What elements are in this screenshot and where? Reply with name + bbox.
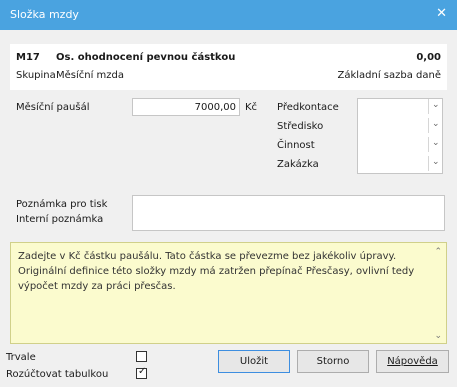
chevron-down-icon: ⌄: [432, 100, 440, 110]
currency-label: Kč: [245, 102, 258, 113]
close-icon[interactable]: ✕: [436, 6, 447, 21]
pre-contact-label: Předkontace: [277, 102, 339, 113]
scroll-down-icon[interactable]: ⌄: [434, 331, 442, 341]
monthly-flat-input[interactable]: 7000,00: [132, 98, 240, 116]
activity-dropdown[interactable]: ⌄: [428, 137, 442, 152]
header-panel: M17 Os. ohodnocení pevnou částkou 0,00 S…: [10, 44, 447, 90]
component-code: M17: [16, 52, 40, 63]
component-name: Os. ohodnocení pevnou částkou: [56, 52, 236, 63]
note-input[interactable]: [132, 195, 445, 231]
check-icon: ✓: [138, 366, 147, 377]
chevron-down-icon: ⌄: [432, 157, 440, 167]
monthly-flat-value: 7000,00: [194, 102, 236, 113]
scroll-up-icon[interactable]: ⌃: [434, 247, 442, 257]
internal-note-label: Interní poznámka: [16, 214, 104, 225]
monthly-flat-label: Měsíční paušál: [16, 102, 90, 113]
tax-base-label: Základní sazba daně: [337, 70, 441, 81]
group-value: Měsíční mzda: [56, 70, 125, 81]
center-dropdown[interactable]: ⌄: [428, 118, 442, 133]
chevron-down-icon: ⌄: [432, 138, 440, 148]
split-checkbox[interactable]: ✓: [136, 366, 147, 379]
split-label: Rozúčtovat tabulkou: [6, 369, 109, 380]
help-button[interactable]: Nápověda: [376, 350, 449, 373]
title-bar: Složka mzdy ✕: [0, 0, 457, 30]
cancel-button[interactable]: Storno: [297, 350, 369, 373]
save-button[interactable]: Uložit: [218, 350, 290, 373]
window-title: Složka mzdy: [10, 8, 79, 21]
form-panel: Měsíční paušál 7000,00 Kč Předkontace St…: [10, 95, 447, 238]
center-label: Středisko: [277, 121, 324, 132]
component-amount: 0,00: [416, 52, 441, 63]
order-label: Zakázka: [277, 159, 319, 170]
pre-contact-dropdown[interactable]: ⌄: [428, 99, 442, 114]
order-dropdown[interactable]: ⌄: [428, 156, 442, 171]
help-text-area[interactable]: Zadejte v Kč částku paušálu. Tato částka…: [10, 242, 447, 344]
chevron-down-icon: ⌄: [432, 119, 440, 129]
permanent-label: Trvale: [6, 352, 36, 363]
help-text: Zadejte v Kč částku paušálu. Tato částka…: [18, 251, 415, 292]
print-note-label: Poznámka pro tisk: [16, 199, 108, 210]
group-label: Skupina: [16, 70, 56, 81]
activity-label: Činnost: [277, 140, 315, 151]
accounting-selects: ⌄ ⌄ ⌄ ⌄: [357, 98, 443, 174]
permanent-checkbox[interactable]: [136, 351, 147, 362]
